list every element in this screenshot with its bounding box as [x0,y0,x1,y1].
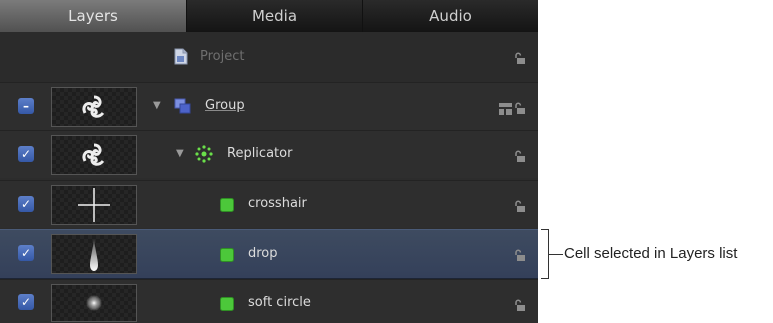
callout-label: Cell selected in Layers list [564,245,738,262]
layer-row-project[interactable]: Project [0,32,538,82]
lock-icon[interactable] [514,198,526,217]
layer-thumbnail [51,284,137,322]
layer-label: Group [205,98,245,113]
lock-icon[interactable] [514,100,526,119]
layer-label: crosshair [248,196,307,211]
layer-row-group[interactable]: – ▼ Group [0,82,538,130]
lock-icon[interactable] [514,247,526,266]
project-document-icon [174,48,188,69]
layer-label: drop [248,246,278,261]
layer-row-crosshair[interactable]: ✓ crosshair [0,180,538,228]
tab-bar: Layers Media Audio [0,0,538,32]
replicator-icon [195,145,213,167]
checkbox-checked[interactable]: ✓ [18,146,34,162]
layer-thumbnail [51,135,137,175]
layer-row-soft-circle[interactable]: ✓ soft circle [0,279,538,323]
hierarchy-icon [499,100,512,119]
disclosure-triangle-icon[interactable]: ▼ [176,148,184,159]
callout-bracket [541,229,549,279]
group-icon [174,98,191,118]
checkbox-checked[interactable]: ✓ [18,294,34,310]
layer-label: Replicator [227,146,293,161]
cell-icon [220,247,234,266]
layer-row-drop[interactable]: ✓ drop [0,229,538,279]
layer-label: soft circle [248,295,311,310]
layer-label: Project [200,49,245,64]
lock-icon[interactable] [514,297,526,316]
layer-thumbnail [51,185,137,225]
tab-layers[interactable]: Layers [0,0,187,32]
tab-audio[interactable]: Audio [363,0,538,32]
layers-panel: Layers Media Audio Project – ▼ Group ✓ ▼… [0,0,538,323]
lock-icon[interactable] [514,50,526,69]
callout-line [549,254,563,255]
checkbox-checked[interactable]: ✓ [18,245,34,261]
checkbox-checked[interactable]: ✓ [18,196,34,212]
cell-icon [220,197,234,216]
disclosure-triangle-icon[interactable]: ▼ [153,100,161,111]
layer-thumbnail [51,87,137,127]
checkbox-mixed[interactable]: – [18,98,34,114]
cell-icon [220,296,234,315]
lock-icon[interactable] [514,148,526,167]
layer-row-replicator[interactable]: ✓ ▼ Replicator [0,130,538,178]
layer-thumbnail [51,234,137,274]
tab-media[interactable]: Media [187,0,363,32]
